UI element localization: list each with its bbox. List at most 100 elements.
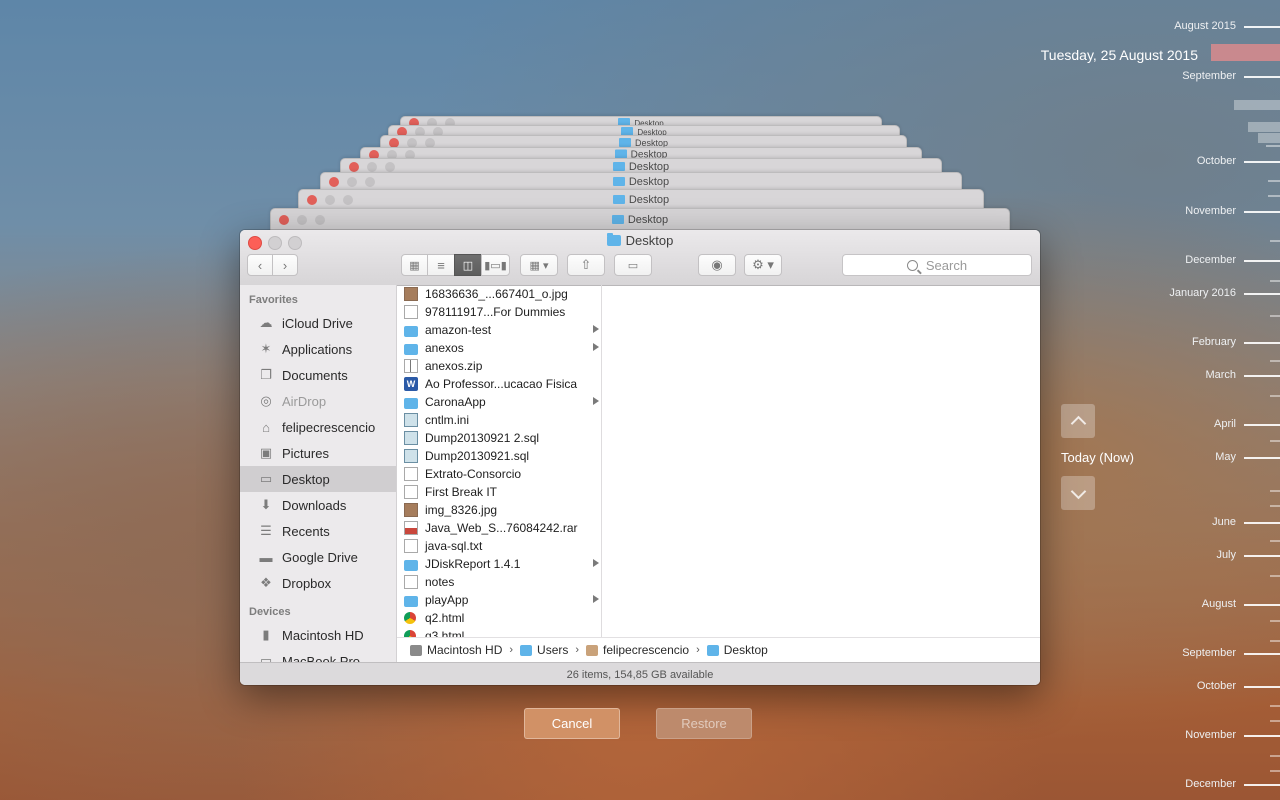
timeline-label[interactable]: July	[1116, 549, 1236, 561]
file-list-item[interactable]: Dump20130921.sql	[397, 447, 601, 465]
path-segment[interactable]: Desktop	[706, 643, 768, 657]
sidebar-item-dropbox[interactable]: ❖ Dropbox	[240, 570, 396, 596]
timeline-label[interactable]: November	[1116, 729, 1236, 741]
timeline-tick[interactable]	[1244, 26, 1280, 28]
timeline-tick[interactable]	[1244, 260, 1280, 262]
timeline-minor-tick[interactable]	[1270, 705, 1280, 707]
timeline-label[interactable]: September	[1116, 70, 1236, 82]
timeline-minor-tick[interactable]	[1270, 540, 1280, 542]
file-list-item[interactable]: JDiskReport 1.4.1	[397, 555, 601, 573]
file-list-item[interactable]: amazon-test	[397, 321, 601, 339]
cancel-button[interactable]: Cancel	[524, 708, 620, 739]
previous-backup-button[interactable]	[1061, 404, 1095, 438]
timeline-tick[interactable]	[1244, 555, 1280, 557]
back-button[interactable]: ‹	[247, 254, 273, 276]
sidebar-item-felipecrescencio[interactable]: ⌂ felipecrescencio	[240, 414, 396, 440]
timeline-tick[interactable]	[1244, 686, 1280, 688]
timeline-label[interactable]: September	[1116, 647, 1236, 659]
cover-flow-button[interactable]: ▮▭▮	[481, 254, 510, 276]
arrange-button[interactable]: ▦ ▾	[520, 254, 558, 276]
timeline-tick[interactable]	[1244, 375, 1280, 377]
file-list-item[interactable]: java-sql.txt	[397, 537, 601, 555]
timeline-label[interactable]: October	[1116, 680, 1236, 692]
file-list-item[interactable]: Dump20130921 2.sql	[397, 429, 601, 447]
search-field[interactable]: Search	[842, 254, 1032, 276]
file-list-item[interactable]: 978111917...For Dummies	[397, 303, 601, 321]
timeline-label[interactable]: February	[1116, 336, 1236, 348]
timeline-label[interactable]: December	[1116, 254, 1236, 266]
timeline-label[interactable]: March	[1116, 369, 1236, 381]
timeline-minor-tick[interactable]	[1270, 720, 1280, 722]
timeline-tick[interactable]	[1244, 735, 1280, 737]
sidebar-item-macbook-pro[interactable]: ▭ MacBook Pro	[240, 648, 396, 662]
timeline-label[interactable]: May	[1116, 451, 1236, 463]
timeline-label[interactable]: December	[1116, 778, 1236, 790]
timeline-minor-tick[interactable]	[1270, 770, 1280, 772]
file-list-item[interactable]: anexos	[397, 339, 601, 357]
timeline-minor-tick[interactable]	[1248, 122, 1280, 132]
forward-button[interactable]: ›	[272, 254, 298, 276]
timeline-label[interactable]: January 2016	[1116, 287, 1236, 299]
sidebar-item-desktop[interactable]: ▭ Desktop	[240, 466, 396, 492]
file-list-item[interactable]: W Ao Professor...ucacao Fisica	[397, 375, 601, 393]
quick-look-button[interactable]: ◉	[698, 254, 736, 276]
file-list-item[interactable]: cntlm.ini	[397, 411, 601, 429]
timeline-minor-tick[interactable]	[1268, 195, 1280, 197]
timeline-minor-tick[interactable]	[1270, 620, 1280, 622]
file-list-item[interactable]: notes	[397, 573, 601, 591]
timeline-label[interactable]: October	[1116, 155, 1236, 167]
timeline-minor-tick[interactable]	[1270, 360, 1280, 362]
file-list-item[interactable]: q3.html	[397, 627, 601, 637]
sidebar-item-downloads[interactable]: ⬇ Downloads	[240, 492, 396, 518]
timeline-tick[interactable]	[1244, 342, 1280, 344]
timeline-minor-tick[interactable]	[1270, 395, 1280, 397]
timeline-tick[interactable]	[1244, 293, 1280, 295]
next-backup-button[interactable]	[1061, 476, 1095, 510]
file-list-item[interactable]: CaronaApp	[397, 393, 601, 411]
file-list-item[interactable]: First Break IT	[397, 483, 601, 501]
timeline-label[interactable]: August 2015	[1116, 20, 1236, 32]
file-list-item[interactable]: q2.html	[397, 609, 601, 627]
restore-button[interactable]: Restore	[656, 708, 752, 739]
timeline-minor-tick[interactable]	[1270, 280, 1280, 282]
file-list-item[interactable]: playApp	[397, 591, 601, 609]
sidebar-item-applications[interactable]: ✶ Applications	[240, 336, 396, 362]
file-list-item[interactable]: img_8326.jpg	[397, 501, 601, 519]
list-view-button[interactable]: ≡	[427, 254, 455, 276]
timeline-tick[interactable]	[1244, 424, 1280, 426]
timeline-minor-tick[interactable]	[1270, 505, 1280, 507]
timeline-tick[interactable]	[1244, 161, 1280, 163]
sidebar-item-icloud-drive[interactable]: ☁ iCloud Drive	[240, 310, 396, 336]
action-button[interactable]: ⚙ ▾	[744, 254, 782, 276]
timeline-minor-tick[interactable]	[1268, 180, 1280, 182]
timeline-tick[interactable]	[1244, 522, 1280, 524]
timeline-minor-tick[interactable]	[1270, 440, 1280, 442]
timeline-minor-tick[interactable]	[1270, 315, 1280, 317]
timeline-minor-tick[interactable]	[1266, 145, 1280, 147]
sidebar-item-google-drive[interactable]: ▬ Google Drive	[240, 544, 396, 570]
timeline-minor-tick[interactable]	[1270, 640, 1280, 642]
file-list-item[interactable]: Java_Web_S...76084242.rar	[397, 519, 601, 537]
sidebar-item-documents[interactable]: ❐ Documents	[240, 362, 396, 388]
path-segment[interactable]: Users	[520, 643, 568, 657]
file-list-item[interactable]: anexos.zip	[397, 357, 601, 375]
timeline-tick[interactable]	[1244, 604, 1280, 606]
timeline-tick[interactable]	[1244, 653, 1280, 655]
sidebar-item-macintosh-hd[interactable]: ▮ Macintosh HD	[240, 622, 396, 648]
sidebar-item-airdrop[interactable]: ◎ AirDrop	[240, 388, 396, 414]
column-view-button[interactable]: ◫	[454, 254, 482, 276]
tags-button[interactable]: ▭	[614, 254, 652, 276]
timeline-minor-tick[interactable]	[1258, 133, 1280, 143]
timeline-minor-tick[interactable]	[1234, 100, 1280, 110]
icon-view-button[interactable]: ▦	[401, 254, 428, 276]
timeline-label[interactable]: June	[1116, 516, 1236, 528]
timeline-tick[interactable]	[1244, 76, 1280, 78]
timeline-tick[interactable]	[1244, 784, 1280, 786]
file-list-item[interactable]: Extrato-Consorcio	[397, 465, 601, 483]
path-segment[interactable]: Macintosh HD	[410, 643, 502, 657]
timeline-minor-tick[interactable]	[1270, 240, 1280, 242]
timeline-label[interactable]: November	[1116, 205, 1236, 217]
sidebar-item-recents[interactable]: ☰ Recents	[240, 518, 396, 544]
path-segment[interactable]: felipecrescencio	[586, 643, 689, 657]
timeline-tick[interactable]	[1244, 211, 1280, 213]
